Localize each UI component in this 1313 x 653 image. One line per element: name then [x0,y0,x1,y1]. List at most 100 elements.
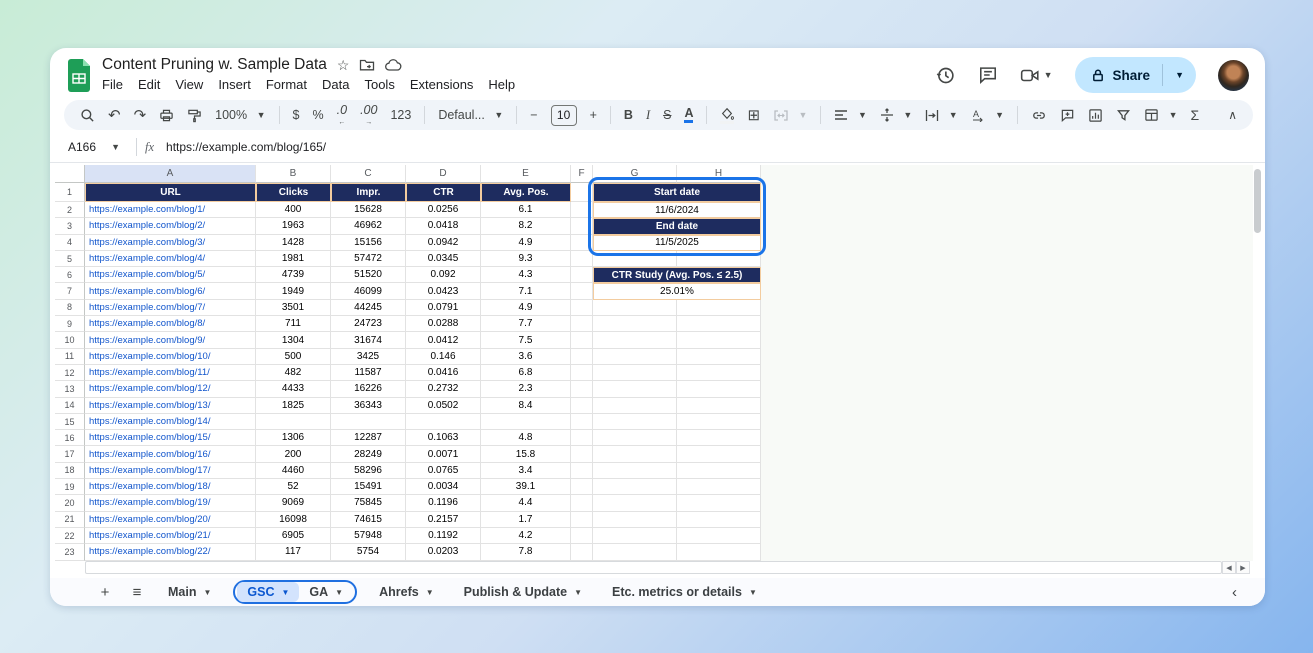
cell-F23[interactable] [571,544,593,560]
sheet-tab-menu-icon[interactable]: ▼ [282,588,290,597]
meet-presence-control[interactable]: ▼ [1020,67,1053,84]
cell-G13[interactable] [593,381,677,397]
table-header-clicks[interactable]: Clicks [256,183,331,202]
decrease-font-size-button[interactable]: − [530,108,537,122]
data-cell[interactable]: 0.0288 [406,316,481,332]
cell-H12[interactable] [677,365,761,381]
sheet-tab-menu-icon[interactable]: ▼ [203,588,211,597]
data-cell[interactable]: 7.7 [481,316,571,332]
data-cell[interactable]: 46099 [331,283,406,299]
cell-F10[interactable] [571,332,593,348]
data-cell[interactable]: 28249 [331,446,406,462]
cell-H19[interactable] [677,479,761,495]
menu-insert[interactable]: Insert [218,77,251,92]
row-header-16[interactable]: 16 [55,430,85,446]
decrease-decimals-button[interactable]: .0← [337,104,347,126]
insert-link-icon[interactable] [1031,108,1047,123]
column-header-D[interactable]: D [406,165,481,183]
column-header-F[interactable]: F [571,165,593,183]
cell-F9[interactable] [571,316,593,332]
table-views-button[interactable]: ▼ [1144,108,1177,122]
data-cell[interactable]: 3.4 [481,463,571,479]
cell-G10[interactable] [593,332,677,348]
url-cell[interactable]: https://example.com/blog/12/ [85,381,256,397]
search-icon[interactable] [80,108,95,123]
data-cell[interactable]: 3.6 [481,349,571,365]
data-cell[interactable]: 4.8 [481,430,571,446]
url-cell[interactable]: https://example.com/blog/18/ [85,479,256,495]
data-cell[interactable]: 1304 [256,332,331,348]
data-cell[interactable] [406,414,481,430]
paint-format-icon[interactable] [187,108,202,123]
row-header-8[interactable]: 8 [55,300,85,316]
table-header-ctr[interactable]: CTR [406,183,481,202]
cell-H5[interactable] [677,251,761,267]
cell-G19[interactable] [593,479,677,495]
data-cell[interactable]: 0.0256 [406,202,481,218]
data-cell[interactable]: 4460 [256,463,331,479]
row-header-10[interactable]: 10 [55,332,85,348]
data-cell[interactable]: 2.3 [481,381,571,397]
cell-F15[interactable] [571,414,593,430]
name-box[interactable]: A166▼ [50,140,128,154]
row-header-11[interactable]: 11 [55,349,85,365]
cell-F22[interactable] [571,528,593,544]
data-cell[interactable]: 1825 [256,398,331,414]
currency-format-button[interactable]: $ [293,108,300,122]
data-cell[interactable]: 500 [256,349,331,365]
data-cell[interactable]: 4.9 [481,235,571,251]
cell-H22[interactable] [677,528,761,544]
data-cell[interactable]: 1949 [256,283,331,299]
data-cell[interactable]: 74615 [331,512,406,528]
data-cell[interactable]: 15491 [331,479,406,495]
row-header-15[interactable]: 15 [55,414,85,430]
doc-title[interactable]: Content Pruning w. Sample Data [102,56,327,74]
horizontal-scrollbar[interactable]: ◀ ▶ [85,561,1250,574]
row-header-7[interactable]: 7 [55,283,85,299]
cell-F16[interactable] [571,430,593,446]
comments-icon[interactable] [978,65,998,85]
fill-color-button[interactable] [720,107,734,124]
cell-H8[interactable] [677,300,761,316]
column-header-H[interactable]: H [677,165,761,183]
cell-G9[interactable] [593,316,677,332]
strikethrough-button[interactable]: S [663,108,671,122]
cell-F11[interactable] [571,349,593,365]
data-cell[interactable]: 0.0942 [406,235,481,251]
cell-F6[interactable] [571,267,593,283]
ctr-study-value-cell[interactable]: 25.01% [593,283,761,299]
cell-G15[interactable] [593,414,677,430]
cell-G23[interactable] [593,544,677,560]
end-date-label-cell[interactable]: End date [593,218,761,234]
row-header-17[interactable]: 17 [55,446,85,462]
text-wrap-button[interactable]: ▼ [925,108,957,122]
data-cell[interactable]: 15.8 [481,446,571,462]
grid-corner[interactable] [55,165,85,183]
data-cell[interactable]: 9069 [256,495,331,511]
cell-G16[interactable] [593,430,677,446]
row-header-5[interactable]: 5 [55,251,85,267]
data-cell[interactable]: 6.1 [481,202,571,218]
data-cell[interactable] [481,414,571,430]
add-sheet-button[interactable]: + [94,584,116,601]
increase-decimals-button[interactable]: .00→ [360,104,377,126]
cell-F18[interactable] [571,463,593,479]
column-header-B[interactable]: B [256,165,331,183]
data-cell[interactable]: 0.0071 [406,446,481,462]
data-cell[interactable]: 0.0423 [406,283,481,299]
cell-G20[interactable] [593,495,677,511]
cell-F5[interactable] [571,251,593,267]
cell-H17[interactable] [677,446,761,462]
menu-view[interactable]: View [175,77,203,92]
undo-icon[interactable]: ↶ [108,106,121,124]
sheet-tab-ga[interactable]: GA▼ [299,582,353,602]
functions-button[interactable]: Σ [1191,107,1200,123]
url-cell[interactable]: https://example.com/blog/7/ [85,300,256,316]
url-cell[interactable]: https://example.com/blog/17/ [85,463,256,479]
cell-G17[interactable] [593,446,677,462]
cell-H11[interactable] [677,349,761,365]
cell-G22[interactable] [593,528,677,544]
cloud-status-icon[interactable] [385,59,402,72]
data-cell[interactable]: 0.0416 [406,365,481,381]
cell-H16[interactable] [677,430,761,446]
